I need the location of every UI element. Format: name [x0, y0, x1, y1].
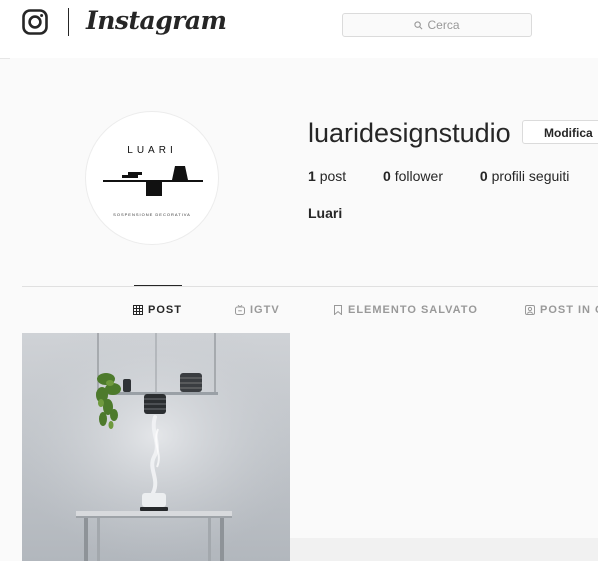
grid-icon [133, 305, 143, 315]
profile-stats: 1 post 0 follower 0 profili seguiti [308, 168, 598, 184]
instagram-wordmark[interactable]: Instagram [86, 6, 227, 35]
tagged-icon [525, 305, 535, 315]
stat-following[interactable]: 0 profili seguiti [480, 168, 570, 184]
tab-igtv[interactable]: IGTV [235, 304, 280, 316]
search-input[interactable]: Cerca [342, 13, 532, 37]
bookmark-icon [334, 305, 342, 315]
top-navigation-bar: Instagram Cerca [0, 0, 598, 59]
tab-saved[interactable]: ELEMENTO SALVATO [333, 304, 478, 316]
igtv-icon [235, 305, 245, 315]
tabs-divider [22, 286, 598, 287]
search-placeholder: Cerca [427, 18, 460, 32]
stat-followers[interactable]: 0 follower [383, 168, 443, 184]
stat-posts: 1 post [308, 168, 347, 184]
footer-strip [290, 538, 598, 561]
tab-post[interactable]: POST [133, 304, 182, 316]
profile-avatar[interactable]: LUARI SOSPENSIONE DECORATIVA [85, 111, 219, 245]
tab-tagged[interactable]: POST IN C [525, 304, 598, 316]
avatar-lamp-scale-logo [103, 166, 203, 196]
post-thumbnail[interactable] [22, 333, 290, 561]
tab-label: POST [148, 304, 182, 316]
logo-divider [68, 8, 69, 36]
tab-label: ELEMENTO SALVATO [348, 304, 478, 316]
instagram-camera-icon[interactable] [22, 9, 48, 35]
avatar-brand-text: LUARI [127, 145, 177, 156]
tab-label: POST IN C [540, 304, 598, 316]
profile-full-name: Luari [308, 205, 343, 221]
search-icon [414, 20, 423, 29]
active-tab-indicator [134, 285, 182, 286]
avatar-tagline: SOSPENSIONE DECORATIVA [113, 212, 191, 217]
post-image-lamp-photo [22, 333, 290, 561]
profile-username: luaridesignstudio [308, 118, 511, 148]
tab-label: IGTV [250, 304, 280, 316]
edit-profile-button[interactable]: Modifica [522, 120, 598, 144]
